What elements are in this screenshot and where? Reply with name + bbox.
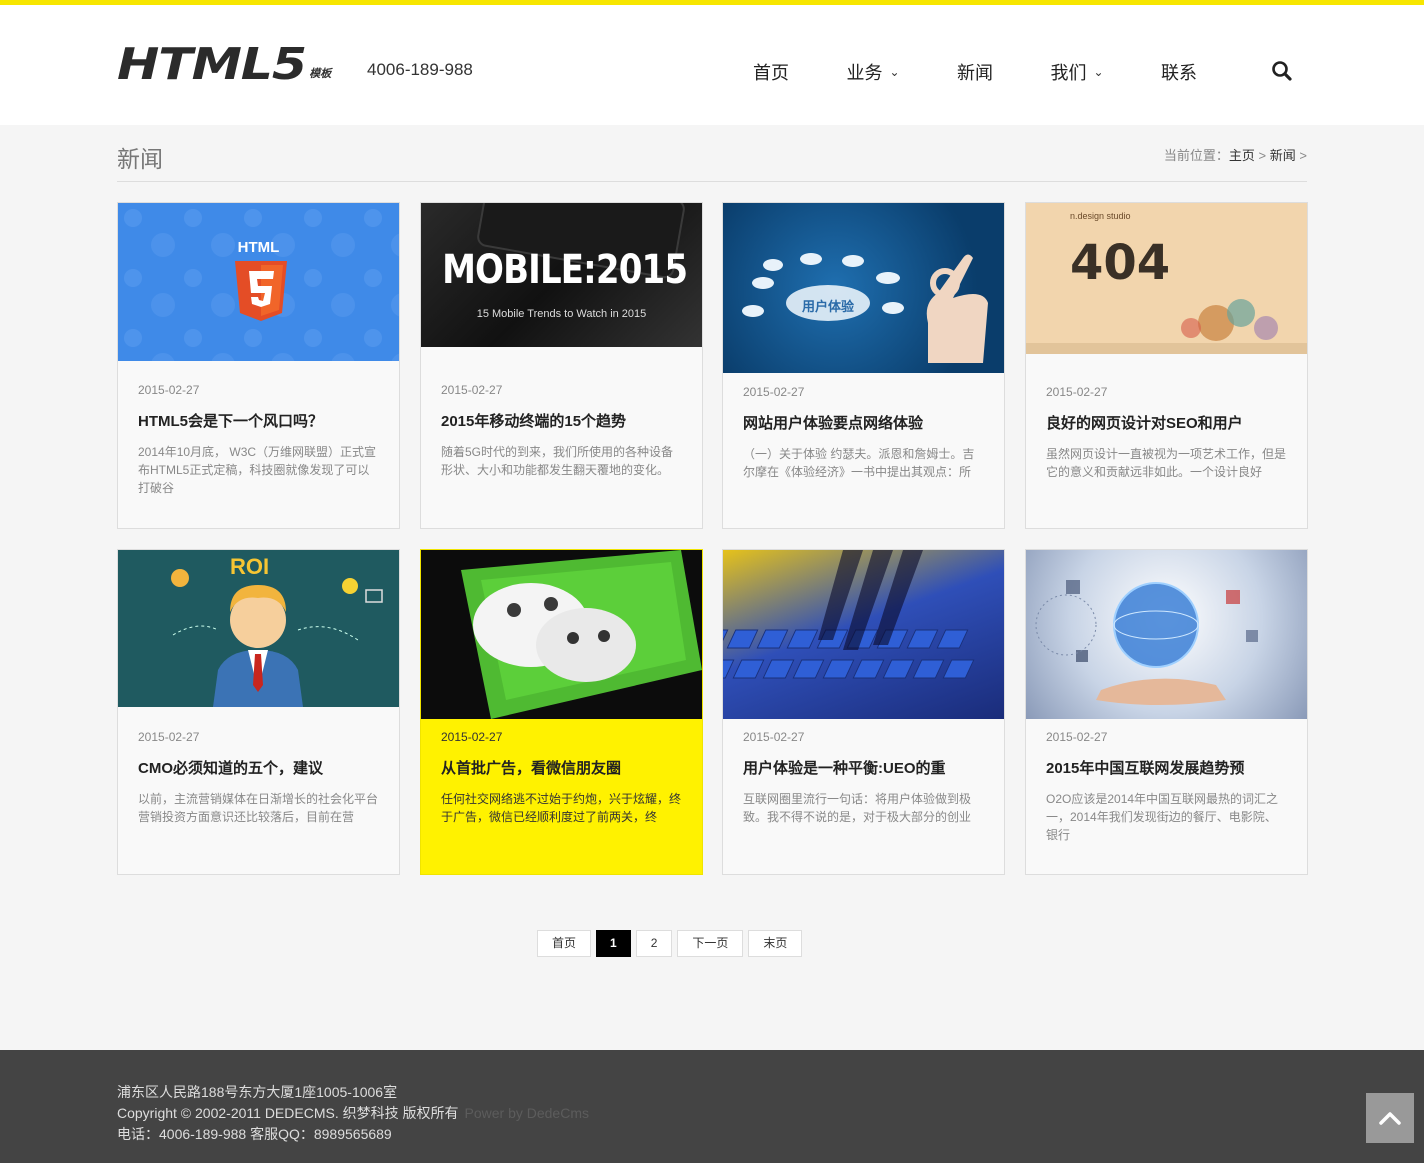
back-to-top-button[interactable]: [1366, 1093, 1414, 1143]
search-icon: [1272, 61, 1292, 81]
article-image-keyboard[interactable]: [723, 550, 1004, 719]
article-card[interactable]: HTML 2015-02-27 HTML5会是下一个风口吗？ 2014年10月底…: [117, 202, 400, 529]
article-image-ux[interactable]: 用户体验: [723, 203, 1004, 373]
footer-copyright-row: Copyright © 2002-2011 DEDECMS. 织梦科技 版权所有…: [117, 1103, 589, 1123]
mobile-title: MOBILE:2015: [442, 247, 688, 293]
pagination: 首页 1 2 下一页 末页: [537, 930, 807, 957]
logo-subtext: 模板: [309, 68, 332, 80]
article-desc: 2014年10月底， W3C（万维网联盟）正式宣布HTML5正式定稿，科技圈就像…: [138, 445, 377, 495]
page-title: 新闻: [117, 146, 163, 172]
article-card[interactable]: 2015-02-27 2015年中国互联网发展趋势预 O2O应该是2014年中国…: [1025, 549, 1308, 875]
article-desc: 随着5G时代的到来，我们所使用的各种设备形状、大小和功能都发生翻天覆地的变化。: [441, 445, 674, 477]
article-card[interactable]: n.design studio 404 2015-02-27 良好的网页设计对S…: [1025, 202, 1308, 529]
article-title[interactable]: 用户体验是一种平衡:UEO的重: [743, 757, 984, 778]
nav-item-home[interactable]: 首页: [720, 57, 822, 87]
page-header: 新闻 当前位置：主页 > 新闻 >: [117, 125, 1307, 182]
article-image-mobile[interactable]: MOBILE:2015 15 Mobile Trends to Watch in…: [421, 203, 702, 347]
footer-power-link[interactable]: Power by DedeCms: [465, 1105, 590, 1121]
article-card[interactable]: MOBILE:2015 15 Mobile Trends to Watch in…: [420, 202, 703, 529]
article-title[interactable]: 2015年中国互联网发展趋势预: [1046, 757, 1287, 778]
breadcrumb-sep: >: [1299, 148, 1307, 163]
article-image-wechat[interactable]: [421, 550, 702, 719]
footer-address: 浦东区人民路188号东方大厦1座1005-1006室: [117, 1084, 398, 1100]
article-title[interactable]: HTML5会是下一个风口吗？: [138, 410, 379, 431]
pager-last[interactable]: 末页: [748, 930, 803, 957]
article-date: 2015-02-27: [743, 385, 805, 399]
search-button[interactable]: [1270, 59, 1294, 83]
breadcrumb-home[interactable]: 主页: [1229, 148, 1255, 163]
article-title[interactable]: CMO必须知道的五个，建议: [138, 757, 379, 778]
site-footer: 浦东区人民路188号东方大厦1座1005-1006室 Copyright © 2…: [0, 1050, 1424, 1163]
article-date: 2015-02-27: [441, 730, 503, 744]
article-image-404[interactable]: n.design studio 404: [1026, 203, 1307, 354]
logo[interactable]: HTML5 模板: [117, 39, 332, 90]
pager-page-2[interactable]: 2: [635, 930, 673, 957]
breadcrumb-news[interactable]: 新闻: [1270, 148, 1296, 163]
chevron-up-icon: [1379, 1112, 1401, 1125]
breadcrumb-prefix: 当前位置：: [1163, 148, 1229, 163]
pager-page-1[interactable]: 1: [596, 930, 631, 957]
article-date: 2015-02-27: [138, 730, 200, 744]
breadcrumb: 当前位置：主页 > 新闻 >: [1164, 145, 1307, 164]
nav-item-contact[interactable]: 联系: [1128, 57, 1230, 87]
main-nav: 首页 业务 ⌄ 新闻 我们 ⌄ 联系: [720, 57, 1230, 87]
site-header: HTML5 模板 4006-189-988 首页 业务 ⌄ 新闻 我们 ⌄ 联系: [0, 5, 1424, 125]
nav-item-news[interactable]: 新闻: [924, 57, 1026, 87]
ux-label: 用户体验: [801, 299, 854, 314]
article-card[interactable]: 2015-02-27 用户体验是一种平衡:UEO的重 互联网圈里流行一句话：将用…: [722, 549, 1005, 875]
article-image-globe[interactable]: [1026, 550, 1307, 719]
chevron-down-icon: ⌄: [889, 65, 900, 79]
article-date: 2015-02-27: [138, 383, 200, 397]
article-date: 2015-02-27: [743, 730, 805, 744]
footer-copyright: Copyright © 2002-2011 DEDECMS. 织梦科技 版权所有: [117, 1105, 459, 1121]
html5-label: HTML: [237, 239, 280, 256]
article-title[interactable]: 2015年移动终端的15个趋势: [441, 410, 682, 431]
article-desc: O2O应该是2014年中国互联网最热的词汇之一，2014年我们发现街边的餐厅、电…: [1046, 792, 1279, 842]
chevron-down-icon: ⌄: [1093, 65, 1104, 79]
article-title[interactable]: 良好的网页设计对SEO和用户: [1046, 412, 1287, 433]
article-image-html5[interactable]: HTML: [118, 203, 399, 361]
article-desc: 互联网圈里流行一句话：将用户体验做到极致。我不得不说的是，对于极大部分的创业: [743, 792, 972, 824]
header-phone: 4006-189-988: [367, 60, 473, 79]
article-desc: 以前，主流营销媒体在日渐增长的社会化平台营销投资方面意识还比较落后，目前在营: [138, 792, 379, 824]
logo-text: HTML5: [117, 39, 307, 90]
article-image-roi[interactable]: ROI: [118, 550, 399, 707]
footer-contact: 电话：4006-189-988 客服QQ：8989565689: [117, 1126, 392, 1142]
pager-first[interactable]: 首页: [537, 930, 592, 957]
article-card[interactable]: ROI 2015-02-27 CMO必须知道的五个，建议 以前，主流营销媒体在日…: [117, 549, 400, 875]
article-card[interactable]: 2015-02-27 从首批广告，看微信朋友圈 任何社交网络逃不过始于约炮，兴于…: [420, 549, 703, 875]
article-desc: （一）关于体验 约瑟夫。派恩和詹姆士。吉尔摩在《体验经济》一书中提出其观点：所: [743, 447, 975, 479]
article-date: 2015-02-27: [1046, 385, 1108, 399]
nav-item-business[interactable]: 业务 ⌄: [822, 57, 924, 87]
article-title[interactable]: 从首批广告，看微信朋友圈: [441, 757, 682, 778]
article-date: 2015-02-27: [441, 383, 503, 397]
article-card[interactable]: 用户体验 2015-02-27 网站用户体验要点网络体验 （一）关于体验 约瑟夫…: [722, 202, 1005, 529]
article-date: 2015-02-27: [1046, 730, 1108, 744]
breadcrumb-sep: >: [1258, 148, 1267, 163]
pager-next[interactable]: 下一页: [677, 930, 744, 957]
article-title[interactable]: 网站用户体验要点网络体验: [743, 412, 984, 433]
nav-item-about[interactable]: 我们 ⌄: [1026, 57, 1128, 87]
mobile-subtitle: 15 Mobile Trends to Watch in 2015: [476, 308, 647, 320]
roi-label: ROI: [230, 554, 270, 579]
article-desc: 任何社交网络逃不过始于约炮，兴于炫耀，终于广告，微信已经顺利度过了前两关，终: [441, 792, 682, 824]
article-desc: 虽然网页设计一直被视为一项艺术工作，但是它的意义和贡献远非如此。一个设计良好: [1046, 447, 1287, 479]
